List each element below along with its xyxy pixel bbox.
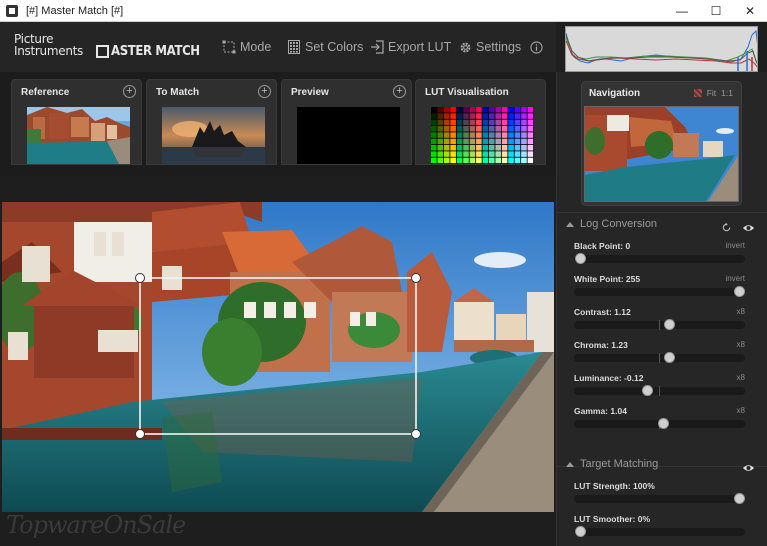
reference-thumbnail (27, 107, 130, 164)
navigation-panel: Navigation Fit 1:1 (581, 81, 742, 206)
mode-icon (222, 40, 236, 54)
slider-handle[interactable] (575, 526, 586, 537)
slider-label: White Point: 255 (574, 274, 641, 284)
add-to-match-icon[interactable]: + (258, 85, 271, 98)
slider-handle[interactable] (575, 253, 586, 264)
slider-label: Gamma: 1.04 (574, 406, 627, 416)
slider-track[interactable] (574, 495, 745, 503)
add-reference-icon[interactable]: + (123, 85, 136, 98)
right-panel: Navigation Fit 1:1 Log Conversion Black … (556, 72, 767, 546)
set-colors-button[interactable]: Set Colors (287, 40, 363, 54)
zoom-grid-icon[interactable] (693, 89, 702, 97)
window-controls: — ☐ ✕ (665, 0, 767, 22)
fit-button[interactable]: Fit (707, 88, 716, 98)
gear-icon (458, 40, 472, 54)
slider-handle[interactable] (641, 385, 653, 396)
histogram (565, 26, 758, 72)
info-button[interactable] (529, 40, 547, 54)
to-match-panel[interactable]: To Match + (146, 79, 277, 165)
to-match-thumbnail (162, 107, 265, 164)
log-conversion-actions (721, 220, 755, 238)
slider-track[interactable] (574, 288, 745, 296)
slider-handle[interactable] (734, 286, 745, 297)
reset-icon[interactable] (721, 220, 732, 238)
main-image[interactable] (2, 202, 554, 512)
minimize-button[interactable]: — (665, 0, 699, 22)
navigation-thumbnail[interactable] (584, 106, 739, 202)
settings-label: Settings (476, 40, 522, 54)
lut-color-grid (431, 107, 534, 164)
logo-product: ASTER MATCH (111, 43, 200, 59)
log-conversion-header[interactable]: Log Conversion (566, 218, 657, 230)
picture-instruments-logo: Picture Instruments (14, 33, 83, 57)
slider-label: Black Point: 0 (574, 241, 631, 251)
range-multiplier[interactable]: x8 (737, 340, 745, 349)
collapse-triangle-icon[interactable] (566, 461, 574, 467)
range-multiplier[interactable]: x8 (737, 406, 745, 415)
reference-label: Reference (21, 87, 70, 98)
maximize-button[interactable]: ☐ (699, 0, 733, 22)
logo-line2: Instruments (14, 44, 83, 58)
settings-button[interactable]: Settings (458, 40, 521, 54)
watermark-text: TopwareOnSale (6, 511, 186, 539)
one-to-one-button[interactable]: 1:1 (721, 88, 733, 98)
navigation-title: Navigation (589, 88, 641, 99)
lut-grid-thumbnail (431, 107, 534, 164)
reference-panel[interactable]: Reference + (11, 79, 142, 165)
eye-icon[interactable] (742, 220, 755, 238)
slider-label: Contrast: 1.12 (574, 307, 631, 317)
preview-panel[interactable]: Preview + (281, 79, 412, 165)
target-matching-title: Target Matching (580, 458, 659, 470)
slider-handle[interactable] (657, 418, 669, 429)
mode-button[interactable]: Mode (222, 40, 271, 54)
lut-visualisation-label: LUT Visualisation (425, 87, 509, 98)
slider-label: Luminance: -0.12 (574, 373, 644, 383)
logo-box-icon (96, 44, 109, 58)
window-titlebar: [#] Master Match [#] — ☐ ✕ (0, 0, 767, 22)
preview-label: Preview (291, 87, 329, 98)
add-preview-icon[interactable]: + (393, 85, 406, 98)
slider-center-mark (659, 353, 660, 363)
slider-center-mark (659, 386, 660, 396)
color-grid-icon (287, 40, 301, 54)
target-matching-actions (742, 460, 755, 478)
info-icon (529, 40, 543, 54)
slider-handle[interactable] (734, 493, 745, 504)
slider-handle[interactable] (664, 352, 676, 363)
export-lut-label: Export LUT (388, 40, 452, 54)
export-lut-button[interactable]: Export LUT (370, 40, 451, 54)
slider-center-mark (659, 320, 660, 330)
slider-label: LUT Smoother: 0% (574, 514, 651, 524)
slider-track[interactable] (574, 255, 745, 263)
eye-icon[interactable] (742, 460, 755, 478)
preview-thumbnail (297, 107, 400, 164)
invert-toggle[interactable]: invert (725, 274, 745, 283)
slider-handle[interactable] (664, 319, 676, 330)
export-icon (370, 40, 384, 54)
toolbar: Picture Instruments ASTER MATCH Mode Set… (0, 22, 556, 72)
range-multiplier[interactable]: x8 (737, 307, 745, 316)
slider-track[interactable] (574, 528, 745, 536)
set-colors-label: Set Colors (305, 40, 364, 54)
app-area: Picture Instruments ASTER MATCH Mode Set… (0, 22, 767, 546)
main-canvas: TopwareOnSale (0, 176, 556, 546)
divider (557, 212, 767, 213)
window-title: [#] Master Match [#] (26, 4, 124, 17)
range-multiplier[interactable]: x8 (737, 373, 745, 382)
thumbnail-row: Reference + To Match + Preview + LUT Vis… (0, 72, 556, 176)
log-conversion-title: Log Conversion (580, 218, 658, 230)
invert-toggle[interactable]: invert (725, 241, 745, 250)
close-button[interactable]: ✕ (733, 0, 767, 22)
target-matching-header[interactable]: Target Matching (566, 458, 658, 470)
to-match-label: To Match (156, 87, 200, 98)
slider-label: LUT Strength: 100% (574, 481, 655, 491)
master-match-logo: ASTER MATCH (96, 42, 210, 60)
slider-label: Chroma: 1.23 (574, 340, 628, 350)
collapse-triangle-icon[interactable] (566, 221, 574, 227)
zoom-controls: Fit 1:1 (693, 88, 733, 98)
mode-label: Mode (240, 40, 272, 54)
lut-visualisation-panel[interactable]: LUT Visualisation (415, 79, 546, 165)
app-icon (6, 4, 18, 17)
